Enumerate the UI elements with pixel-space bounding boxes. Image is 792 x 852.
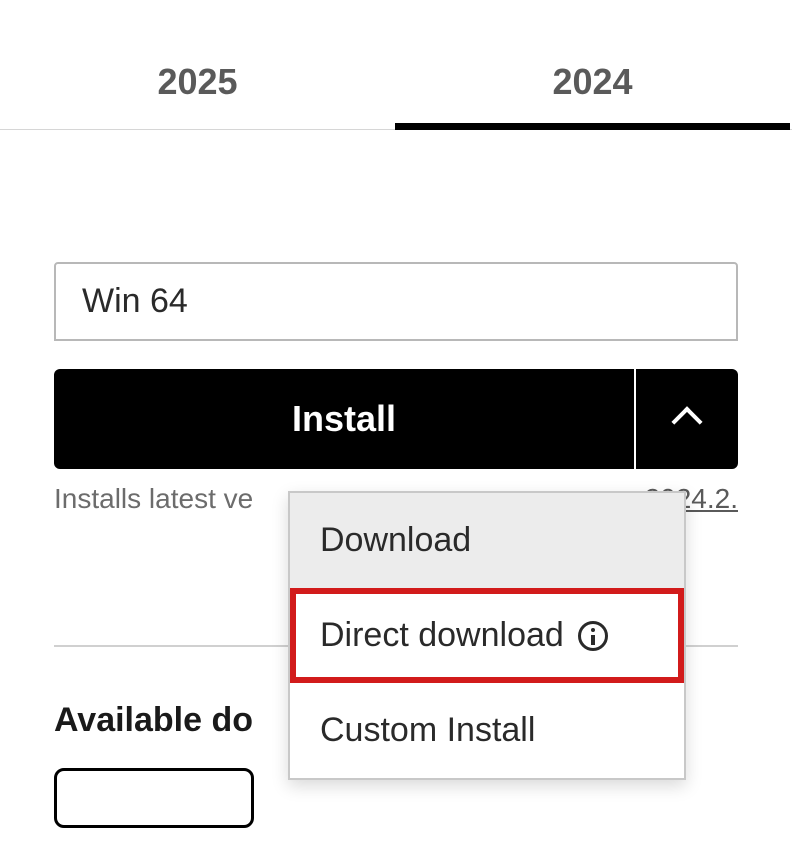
tab-2025[interactable]: 2025 bbox=[0, 61, 395, 129]
menu-item-direct-download[interactable]: Direct download bbox=[290, 588, 684, 683]
install-dropdown-menu: Download Direct download Custom Install bbox=[288, 491, 686, 780]
year-tabs: 2025 2024 bbox=[0, 0, 792, 130]
menu-item-download[interactable]: Download bbox=[290, 493, 684, 588]
menu-item-custom-install[interactable]: Custom Install bbox=[290, 683, 684, 778]
install-split-button: Install bbox=[54, 369, 738, 469]
download-chip[interactable] bbox=[54, 768, 254, 828]
tab-2024[interactable]: 2024 bbox=[395, 61, 790, 129]
install-dropdown-toggle[interactable] bbox=[634, 369, 738, 469]
platform-select[interactable]: Win 64 bbox=[54, 262, 738, 341]
menu-item-label: Download bbox=[320, 521, 471, 560]
menu-item-label: Direct download bbox=[320, 616, 564, 655]
menu-item-label: Custom Install bbox=[320, 711, 535, 750]
chevron-up-icon bbox=[671, 406, 702, 437]
install-button[interactable]: Install bbox=[54, 369, 634, 469]
info-icon bbox=[578, 621, 608, 651]
